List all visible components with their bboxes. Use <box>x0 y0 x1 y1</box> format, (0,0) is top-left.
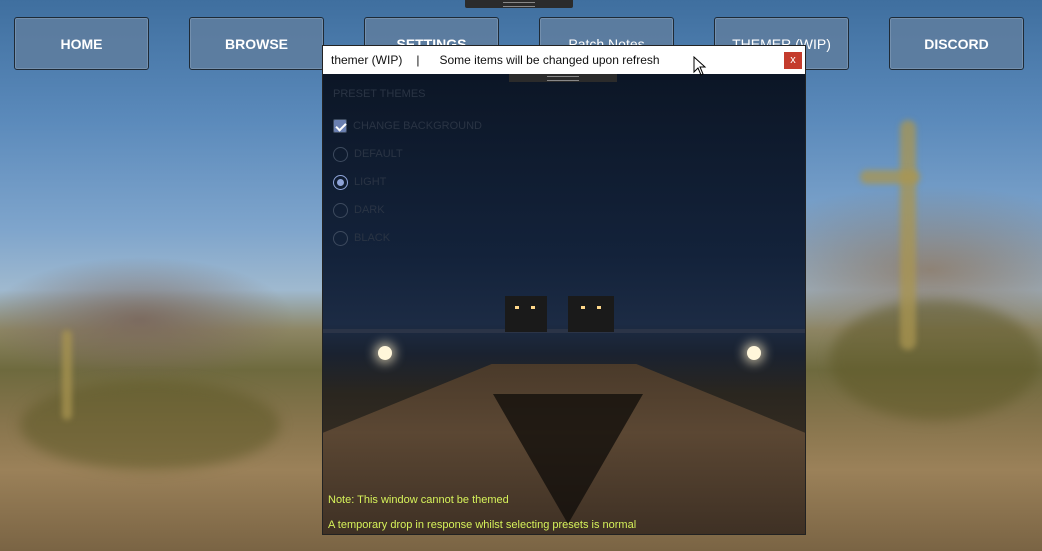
preset-label: LIGHT <box>354 176 387 188</box>
preset-dark-radio[interactable]: DARK <box>333 196 482 224</box>
building-light <box>581 306 585 309</box>
preset-options: PRESET THEMES CHANGE BACKGROUND DEFAULT … <box>333 88 482 252</box>
radio-icon[interactable] <box>333 202 348 218</box>
preset-label: DARK <box>354 204 385 216</box>
pier-lamp <box>378 346 392 360</box>
preset-label: BLACK <box>354 232 391 244</box>
radio-icon[interactable] <box>333 230 348 246</box>
change-background-label: CHANGE BACKGROUND <box>353 120 482 132</box>
building-light <box>515 306 519 309</box>
nav-home-button[interactable]: HOME <box>14 17 149 70</box>
title-separator: | <box>416 53 420 67</box>
background-scrub <box>20 380 280 470</box>
window-drag-handle[interactable] <box>509 74 617 82</box>
radio-icon[interactable] <box>333 146 348 162</box>
window-title: themer (WIP) <box>331 53 403 67</box>
nav-discord-button[interactable]: DISCORD <box>889 17 1024 70</box>
checkbox-checked-icon[interactable] <box>333 119 347 133</box>
preset-light-radio[interactable]: LIGHT <box>333 168 482 196</box>
building-light <box>531 306 535 309</box>
theme-note: Note: This window cannot be themed <box>328 494 509 506</box>
change-background-checkbox[interactable]: CHANGE BACKGROUND <box>333 112 482 140</box>
preset-default-radio[interactable]: DEFAULT <box>333 140 482 168</box>
background-cactus <box>860 170 920 184</box>
refresh-message: Some items will be changed upon refresh <box>439 53 660 67</box>
background-cactus <box>900 120 916 350</box>
radio-selected-icon[interactable] <box>333 174 348 190</box>
themer-window: themer (WIP) | Some items will be change… <box>322 45 806 535</box>
background-cactus <box>62 330 72 420</box>
preset-themes-heading: PRESET THEMES <box>333 88 426 100</box>
response-note: A temporary drop in response whilst sele… <box>328 519 637 531</box>
close-button[interactable]: x <box>784 52 802 69</box>
preset-label: DEFAULT <box>354 148 403 160</box>
themer-titlebar[interactable]: themer (WIP) | Some items will be change… <box>323 46 805 74</box>
top-drag-handle[interactable] <box>465 0 573 8</box>
pier-building <box>505 296 547 332</box>
horizon-line <box>323 329 805 333</box>
mouse-cursor-icon <box>693 56 707 76</box>
pier-building <box>568 296 614 332</box>
background-scrub <box>830 300 1040 420</box>
nav-browse-button[interactable]: BROWSE <box>189 17 324 70</box>
preset-black-radio[interactable]: BLACK <box>333 224 482 252</box>
pier-lamp <box>747 346 761 360</box>
building-light <box>597 306 601 309</box>
